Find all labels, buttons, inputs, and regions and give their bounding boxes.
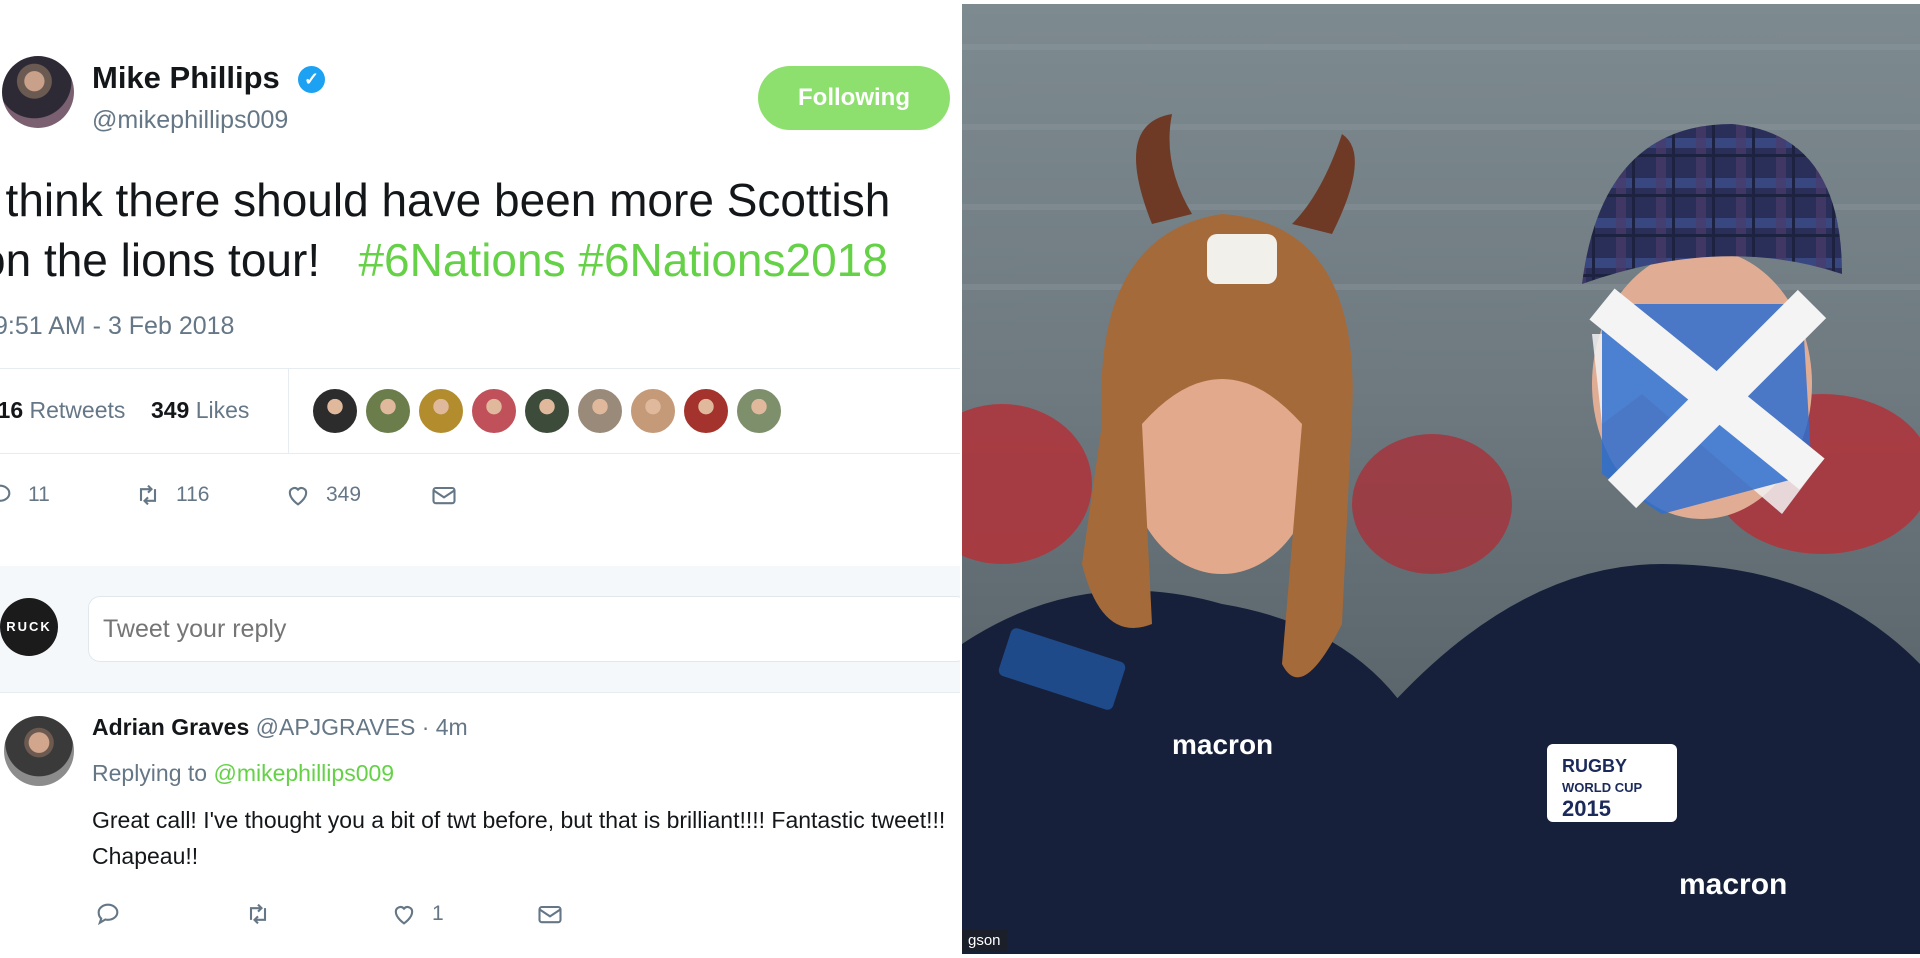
retweets-label[interactable]: Retweets [30, 397, 126, 423]
tweet-text-line-1: I think there should have been more Scot… [0, 174, 891, 226]
liker-avatar[interactable] [418, 388, 464, 434]
composer-avatar: RUCK [0, 598, 58, 656]
liker-avatar[interactable] [683, 388, 729, 434]
reply-action[interactable]: 11 [0, 475, 50, 515]
envelope-icon [538, 905, 562, 924]
tweet-screenshot: Mike Phillips ✓ @mikephillips009 Followi… [0, 0, 960, 958]
like-action[interactable]: 1 [390, 894, 444, 934]
verified-badge-icon: ✓ [298, 66, 325, 93]
tweet-text-plain: on the lions tour! [0, 234, 321, 286]
fans-photo: macron RUGBY WORLD CUP 2015 macron [962, 4, 1920, 954]
author-avatar[interactable] [2, 56, 74, 128]
reply-author-name[interactable]: Adrian Graves [92, 714, 249, 740]
tweet-stats: 116 Retweets 349 Likes [0, 375, 249, 445]
divider [0, 368, 960, 369]
divider [0, 453, 960, 454]
heart-icon [394, 906, 414, 925]
retweet-icon [249, 903, 267, 925]
reply-action[interactable] [94, 894, 122, 934]
liker-avatar[interactable] [577, 388, 623, 434]
tweet-timestamp[interactable]: 9:51 AM - 3 Feb 2018 [0, 312, 234, 341]
liker-avatar[interactable] [736, 388, 782, 434]
hashtag-link[interactable]: #6Nations [358, 234, 565, 286]
author-handle[interactable]: @mikephillips009 [92, 106, 288, 135]
replying-to: Replying to @mikephillips009 [92, 760, 394, 787]
liker-avatar[interactable] [471, 388, 517, 434]
retweet-action[interactable] [244, 894, 272, 934]
retweet-count: 116 [176, 483, 210, 506]
dm-action[interactable] [430, 475, 458, 515]
like-count: 1 [432, 902, 444, 925]
reply-author-avatar[interactable] [4, 716, 74, 786]
likes-label[interactable]: Likes [196, 397, 250, 423]
fans-illustration: macron RUGBY WORLD CUP 2015 macron [962, 4, 1920, 954]
reply-author-handle[interactable]: @APJGRAVES · 4m [256, 714, 468, 740]
man-sponsor: macron [1679, 868, 1787, 901]
liker-avatar[interactable] [524, 388, 570, 434]
likes-count[interactable]: 349 [151, 397, 189, 423]
like-count: 349 [326, 483, 362, 506]
reply-icon [0, 484, 11, 502]
liker-avatar[interactable] [312, 388, 358, 434]
badge-line-1: RUGBY [1562, 756, 1627, 776]
red-seat [1352, 434, 1512, 574]
retweets-count[interactable]: 116 [0, 397, 23, 423]
badge-line-2: WORLD CUP [1562, 780, 1642, 795]
retweet-action[interactable]: 116 [134, 475, 209, 515]
reply-icon [97, 903, 119, 926]
tweet-reply-input[interactable] [88, 596, 960, 662]
photo-credit: gson [962, 930, 1007, 951]
woman-sponsor: macron [1172, 729, 1273, 760]
tweet-body: I think there should have been more Scot… [0, 170, 960, 290]
divider [0, 692, 960, 693]
author-display-name[interactable]: Mike Phillips [92, 60, 280, 96]
replying-prefix: Replying to [92, 760, 208, 786]
envelope-icon [432, 486, 456, 505]
badge-line-3: 2015 [1562, 796, 1611, 821]
stats-separator [288, 368, 289, 454]
replying-to-link[interactable]: @mikephillips009 [213, 760, 394, 786]
heart-icon [288, 487, 308, 506]
reply-header: Adrian Graves @APJGRAVES · 4m [92, 714, 468, 741]
hashtag-link[interactable]: #6Nations2018 [578, 234, 887, 286]
reply-count: 11 [28, 483, 50, 506]
following-button[interactable]: Following [758, 66, 950, 130]
liker-avatar[interactable] [630, 388, 676, 434]
tweet-text-line-2: on the lions tour! #6Nations #6Nations20… [0, 230, 960, 290]
hat-patch [1207, 234, 1277, 284]
like-action[interactable]: 349 [284, 475, 361, 515]
reply-text: Great call! I've thought you a bit of tw… [92, 807, 946, 869]
liker-avatar[interactable] [365, 388, 411, 434]
retweet-icon [139, 484, 157, 506]
dm-action[interactable] [536, 894, 564, 934]
